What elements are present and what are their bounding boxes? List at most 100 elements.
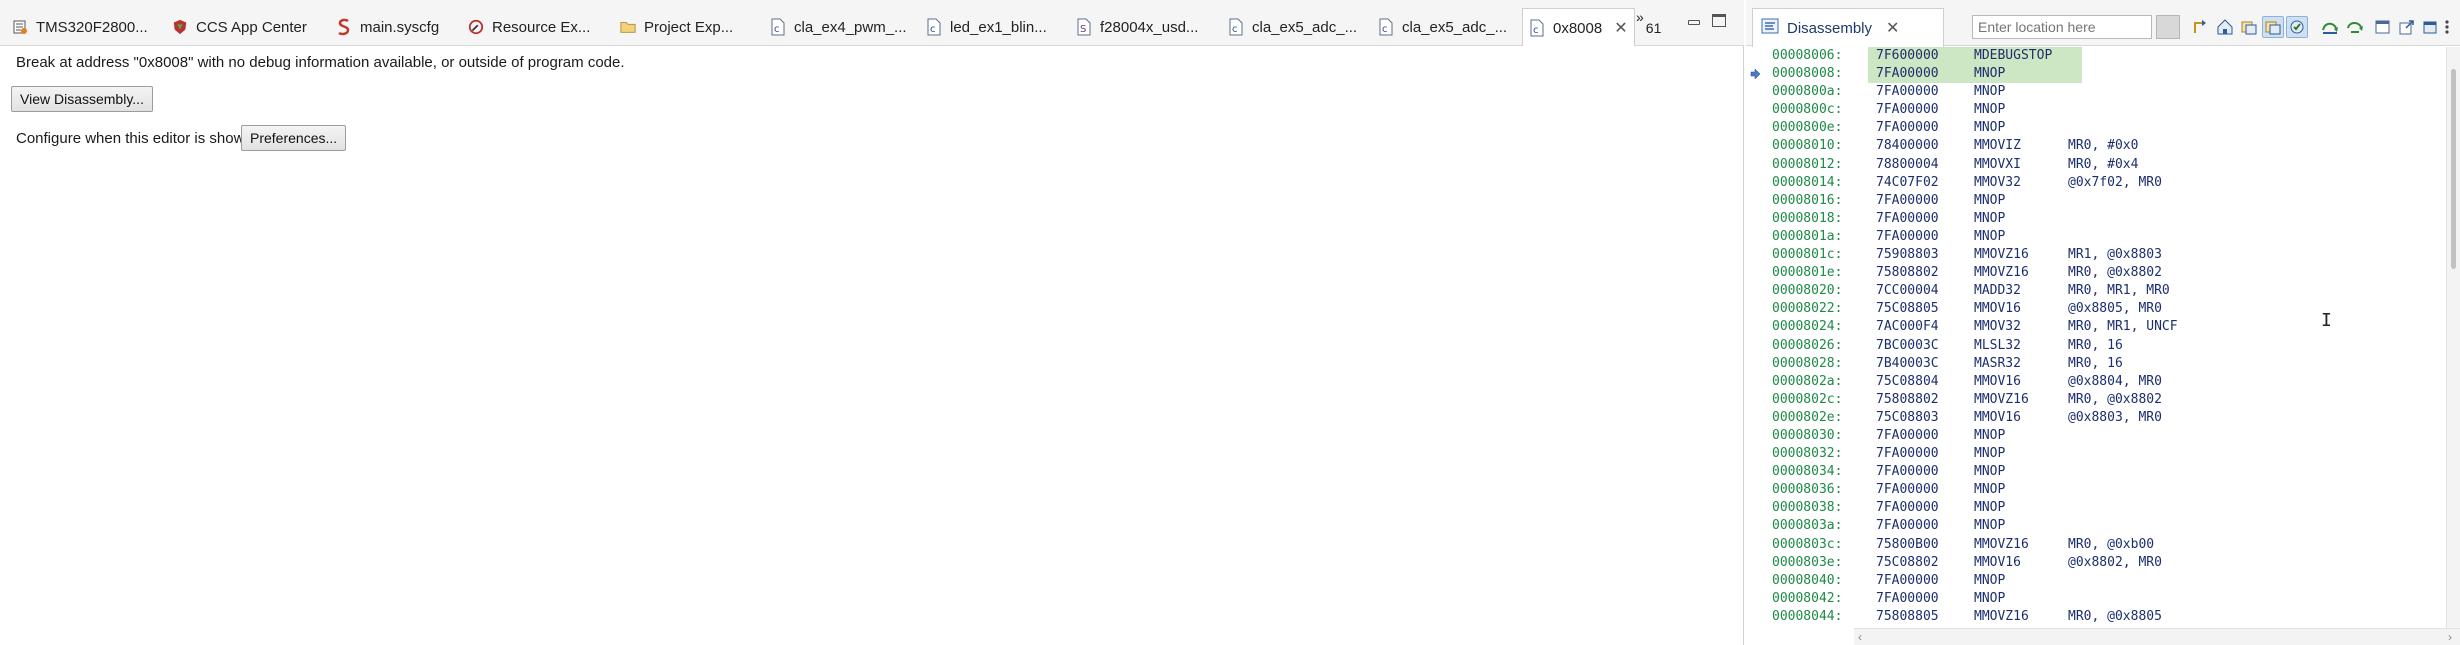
row-opcode: 7AC000F4 [1876,319,1939,335]
pin-icon[interactable] [2420,16,2442,38]
disassembly-row[interactable]: 00008032: 7FA00000 MNOP [1764,445,2446,463]
tab-f28004x-usdelay[interactable]: S f28004x_usd... [1070,8,1204,46]
row-mnemonic: MLSL32 [1974,337,2021,353]
tab-resource-explorer[interactable]: Resource Ex... [462,8,596,46]
disassembly-row[interactable]: 0000800c: 7FA00000 MNOP [1764,101,2446,119]
maximize-icon[interactable] [1712,14,1726,27]
scroll-right-icon[interactable]: › [2448,630,2452,644]
row-address: 0000803c: [1772,536,1843,552]
disassembly-row[interactable]: 0000803e: 75C08802 MMOV16 @0x8802, MR0 [1764,554,2446,572]
row-mnemonic: MNOP [1974,120,2006,136]
row-mnemonic: MMOVZ16 [1974,391,2029,407]
disassembly-row[interactable]: 00008044: 75808805 MMOVZ16 MR0, @0x8805 [1764,608,2446,626]
row-opcode: 75C08802 [1876,554,1939,570]
link-icon[interactable] [2238,16,2260,38]
close-icon[interactable]: ✕ [1614,18,1627,38]
horizontal-scrollbar[interactable]: ‹ › [1854,628,2460,645]
disassembly-row[interactable]: 0000800a: 7FA00000 MNOP [1764,83,2446,101]
row-operands: @0x8805, MR0 [2068,301,2162,317]
disassembly-row[interactable]: 0000800e: 7FA00000 MNOP [1764,119,2446,137]
location-input[interactable] [1972,15,2152,39]
disassembly-row[interactable]: 0000801e: 75808802 MMOVZ16 MR0, @0x8802 [1764,264,2446,282]
tab-0x8008[interactable]: c 0x8008 ✕ [1522,8,1635,47]
row-mnemonic: MNOP [1974,84,2006,100]
disassembly-row[interactable]: 00008022: 75C08805 MMOV16 @0x8805, MR0 [1764,300,2446,318]
svg-text:c: c [774,24,780,35]
disassembly-row[interactable]: 0000803a: 7FA00000 MNOP [1764,517,2446,535]
disassembly-row[interactable]: 0000801c: 75908803 MMOVZ16 MR1, @0x8803 [1764,246,2446,264]
tab-cla-ex5-adc-2[interactable]: c cla_ex5_adc_... [1372,8,1513,46]
view-disassembly-button[interactable]: View Disassembly... [11,86,153,112]
disassembly-row[interactable]: 00008036: 7FA00000 MNOP [1764,481,2446,499]
disassembly-tab-label: Disassembly [1787,19,1873,37]
refresh-icon[interactable] [2344,16,2366,38]
tab-cla-ex5-adc-1[interactable]: c cla_ex5_adc_... [1222,8,1363,46]
disassembly-row[interactable]: 00008038: 7FA00000 MNOP [1764,499,2446,517]
row-address: 00008034: [1772,464,1843,480]
scroll-left-icon[interactable]: ‹ [1858,630,1862,644]
tab-cla-ex4-pwm[interactable]: c cla_ex4_pwm_... [764,8,913,46]
tab-project-explorer[interactable]: Project Exp... [614,8,739,46]
close-icon[interactable]: ✕ [1886,18,1899,38]
scrollbar-thumb[interactable] [2451,69,2456,269]
tab-led-ex1-blinky[interactable]: c led_ex1_blin... [920,8,1053,46]
tab-overflow[interactable]: » 61 [1636,10,1661,36]
view-opcodes-icon[interactable] [2286,16,2308,38]
disassembly-row[interactable]: 00008006: 7F600000 MDEBUGSTOP [1764,47,2446,66]
disassembly-row[interactable]: 0000803c: 75800B00 MMOVZ16 MR0, @0xb00 [1764,536,2446,554]
row-mnemonic: MMOV32 [1974,319,2021,335]
disassembly-row[interactable]: 0000802c: 75808802 MMOVZ16 MR0, @0x8802 [1764,391,2446,409]
row-operands: @0x7f02, MR0 [2068,174,2162,190]
link-icon[interactable] [2262,16,2284,38]
tab-label: main.syscfg [360,18,440,36]
disassembly-row[interactable]: 00008018: 7FA00000 MNOP [1764,210,2446,228]
row-opcode: 74C07F02 [1876,174,1939,190]
disassembly-row[interactable]: 00008014: 74C07F02 MMOV32 @0x7f02, MR0 [1764,174,2446,192]
home-icon[interactable] [2214,16,2236,38]
disassembly-row[interactable]: 0000802e: 75C08803 MMOV16 @0x8803, MR0 [1764,409,2446,427]
disassembly-row[interactable]: 0000802a: 75C08804 MMOV16 @0x8804, MR0 [1764,373,2446,391]
export-icon[interactable] [2396,16,2418,38]
disassembly-row[interactable]: 00008020: 7CC00004 MADD32 MR0, MR1, MR0 [1764,282,2446,300]
tab-label: TMS320F2800... [36,18,148,36]
preferences-button[interactable]: Preferences... [241,125,347,151]
disassembly-row[interactable]: 00008042: 7FA00000 MNOP [1764,590,2446,608]
tab-disassembly[interactable]: Disassembly ✕ [1752,8,1944,47]
row-address: 00008042: [1772,590,1843,606]
row-address: 00008036: [1772,482,1843,498]
row-opcode: 7FA00000 [1876,210,1939,226]
go-icon[interactable] [2156,15,2180,39]
svg-text:S: S [1080,24,1086,35]
step-into-icon[interactable] [2190,16,2212,38]
row-mnemonic: MMOVZ16 [1974,608,2029,624]
disassembly-listing[interactable]: 00008006: 7F600000 MDEBUGSTOP 00008008: 7FA0… [1746,47,2460,628]
row-opcode: 7FA00000 [1876,500,1939,516]
disassembly-gutter[interactable] [1746,47,1764,628]
disassembly-row[interactable]: 00008026: 7BC0003C MLSL32 MR0, 16 [1764,337,2446,355]
tab-main-syscfg[interactable]: main.syscfg [330,8,445,46]
disassembly-row[interactable]: 00008030: 7FA00000 MNOP [1764,427,2446,445]
disassembly-row[interactable]: 00008040: 7FA00000 MNOP [1764,572,2446,590]
row-operands: MR0, @0x8802 [2068,265,2162,281]
disassembly-row[interactable]: 00008028: 7B40003C MASR32 MR0, 16 [1764,355,2446,373]
tab-ccs-app-center[interactable]: CCS App Center [166,8,313,46]
new-view-icon[interactable] [2372,16,2394,38]
minimize-icon[interactable] [1686,14,1702,30]
row-mnemonic: MMOV16 [1974,301,2021,317]
disassembly-row[interactable]: 00008008: 7FA00000 MNOP [1764,65,2446,84]
step-over-icon[interactable] [2320,16,2342,38]
row-operands: MR0, 16 [2068,337,2123,353]
disassembly-row[interactable]: 00008024: 7AC000F4 MMOV32 MR0, MR1, UNCF [1764,318,2446,336]
disassembly-row[interactable]: 00008010: 78400000 MMOVIZ MR0, #0x0 [1764,137,2446,155]
disassembly-row[interactable]: 00008016: 7FA00000 MNOP [1764,192,2446,210]
disassembly-row[interactable]: 0000801a: 7FA00000 MNOP [1764,228,2446,246]
row-mnemonic: MMOVZ16 [1974,265,2029,281]
vertical-scrollbar[interactable] [2446,47,2460,628]
row-mnemonic: MMOVZ16 [1974,536,2029,552]
row-operands: MR0, #0x0 [2068,138,2139,154]
disassembly-row[interactable]: 00008034: 7FA00000 MNOP [1764,463,2446,481]
tab-target-config[interactable]: TMS320F2800... [6,8,154,46]
menu-icon[interactable] [2440,16,2454,38]
row-operands: MR0, @0xb00 [2068,536,2155,552]
disassembly-row[interactable]: 00008012: 78800004 MMOVXI MR0, #0x4 [1764,156,2446,174]
